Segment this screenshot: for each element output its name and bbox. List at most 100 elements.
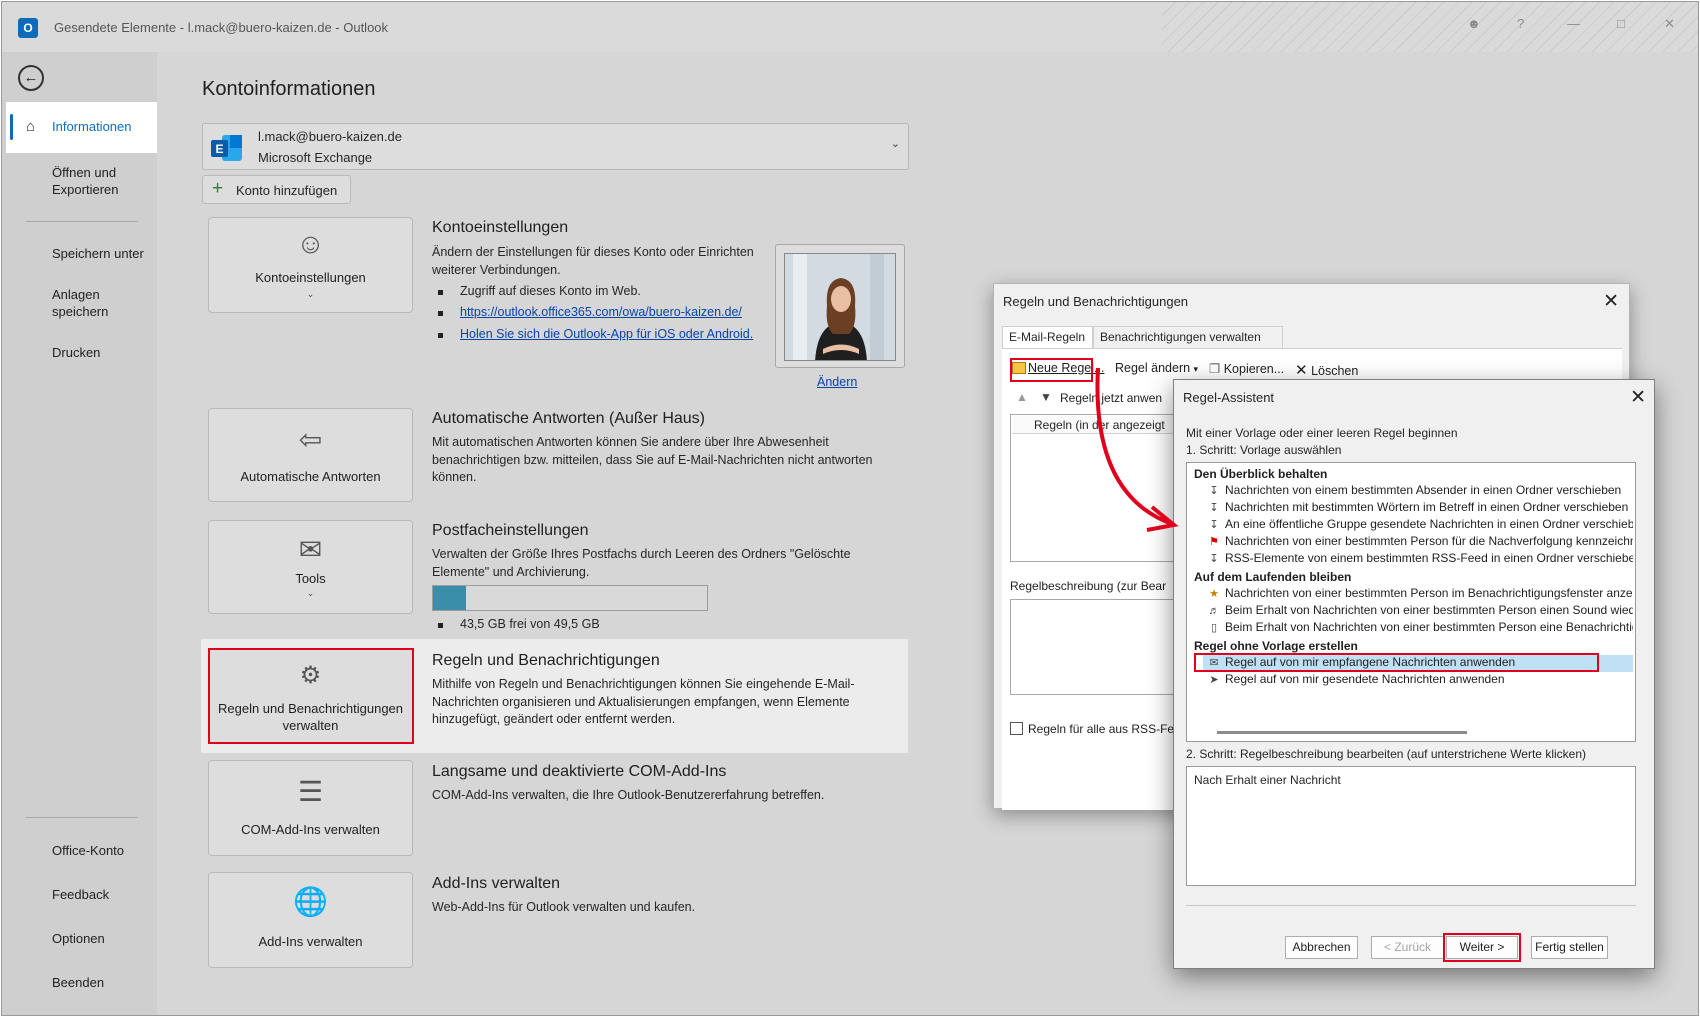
change-photo-link[interactable]: Ändern bbox=[817, 375, 857, 389]
title-bar: O Gesendete Elemente - l.mack@buero-kaiz… bbox=[2, 2, 1698, 52]
template-item-label: Beim Erhalt von Nachrichten von einer be… bbox=[1225, 603, 1633, 617]
template-item-label: Beim Erhalt von Nachrichten von einer be… bbox=[1225, 620, 1633, 634]
rss-rules-label: Regeln für alle aus RSS-Fe bbox=[1028, 722, 1175, 736]
tile-label: Automatische Antworten bbox=[240, 469, 381, 484]
template-item[interactable]: ♬ Beim Erhalt von Nachrichten von einer b… bbox=[1203, 603, 1634, 620]
coauthor-icon[interactable]: ☻ bbox=[1467, 16, 1481, 31]
sidebar-item-office-account[interactable]: Office-Konto bbox=[52, 842, 124, 859]
highlight-frame bbox=[1194, 653, 1599, 672]
minimize-icon[interactable]: — bbox=[1567, 16, 1580, 31]
highlight-frame bbox=[1010, 358, 1093, 382]
tools-tile[interactable]: ✉ Tools ⌄ bbox=[208, 520, 413, 614]
template-list[interactable]: Den Überblick behalten ↧ Nachrichten von … bbox=[1186, 462, 1636, 742]
rule-description-box[interactable]: Nach Erhalt einer Nachricht bbox=[1186, 766, 1636, 886]
delete-button[interactable]: ✕ Löschen bbox=[1295, 361, 1358, 379]
com-addins-tile[interactable]: ☰ COM-Add-Ins verwalten bbox=[208, 760, 413, 856]
copy-icon: ❐ bbox=[1209, 362, 1221, 376]
profile-photo[interactable] bbox=[775, 244, 905, 368]
chevron-down-icon: ⌄ bbox=[890, 138, 900, 150]
sidebar-item-save-as[interactable]: Speichern unter bbox=[52, 245, 144, 262]
chevron-down-icon: ⌄ bbox=[306, 588, 315, 598]
sidebar-item-informationen[interactable]: ⌂ Informationen bbox=[6, 102, 157, 153]
section-title: Kontoeinstellungen bbox=[432, 219, 569, 236]
copy-label: Kopieren... bbox=[1223, 362, 1285, 376]
section-title: Automatische Antworten (Außer Haus) bbox=[432, 410, 706, 427]
template-item[interactable]: ➤ Regel auf von mir gesendete Nachrichten… bbox=[1203, 672, 1633, 689]
sidebar-item-print[interactable]: Drucken bbox=[52, 344, 100, 361]
finish-button[interactable]: Fertig stellen bbox=[1531, 936, 1608, 959]
change-rule-label: Regel ändern bbox=[1115, 361, 1191, 375]
dialog-title: Regel-Assistent bbox=[1183, 390, 1275, 405]
tile-label: Add-Ins verwalten bbox=[258, 934, 363, 949]
sidebar-item-options[interactable]: Optionen bbox=[52, 930, 105, 947]
rules-column-header[interactable]: Regeln (in der angezeigt bbox=[1012, 416, 1178, 434]
tab-email-rules[interactable]: E-Mail-Regeln bbox=[1002, 326, 1093, 348]
rule-description-box bbox=[1010, 599, 1180, 695]
section-text: Mithilfe von Regeln und Benachrichtigung… bbox=[432, 677, 855, 726]
auto-replies-tile[interactable]: ⇦ Automatische Antworten bbox=[208, 408, 413, 502]
chevron-down-icon: ⌄ bbox=[306, 289, 315, 299]
back-button[interactable]: < Zurück bbox=[1371, 936, 1444, 959]
template-item-label: An eine öffentliche Gruppe gesendete Nac… bbox=[1225, 517, 1633, 531]
owa-link[interactable]: https://outlook.office365.com/owa/buero-… bbox=[438, 305, 742, 319]
profile-image bbox=[784, 253, 896, 361]
mobile-app-link[interactable]: Holen Sie sich die Outlook-App für iOS o… bbox=[437, 327, 753, 341]
template-item[interactable]: ▯ Beim Erhalt von Nachrichten von einer b… bbox=[1203, 620, 1633, 637]
addins-tile[interactable]: 🌐 Add-Ins verwalten bbox=[208, 872, 413, 968]
close-icon[interactable]: ✕ bbox=[1630, 386, 1646, 409]
copy-button[interactable]: ❐ Kopieren... bbox=[1209, 361, 1284, 376]
page-title: Kontoinformationen bbox=[202, 78, 376, 100]
template-item-label: RSS-Elemente von einem bestimmten RSS-Fe… bbox=[1225, 551, 1633, 565]
sidebar-item-label: Informationen bbox=[52, 119, 132, 134]
exchange-icon: E bbox=[211, 135, 242, 161]
apply-rules-now-button[interactable]: Regeln jetzt anwen bbox=[1060, 391, 1162, 405]
change-rule-button[interactable]: Regel ändern ▾ bbox=[1115, 361, 1198, 375]
tile-label: Kontoeinstellungen bbox=[255, 270, 366, 285]
speaker-icon: ♬ bbox=[1208, 605, 1220, 617]
sidebar-item-save-attachments[interactable]: Anlagen speichern bbox=[52, 286, 122, 320]
help-icon[interactable]: ? bbox=[1517, 16, 1524, 31]
rss-rules-checkbox[interactable] bbox=[1010, 722, 1023, 735]
section-text: Verwalten der Größe Ihres Postfachs durc… bbox=[432, 547, 851, 579]
tile-label: Tools bbox=[295, 571, 326, 586]
highlight-frame bbox=[208, 648, 414, 744]
home-icon: ⌂ bbox=[26, 118, 36, 135]
delete-label: Löschen bbox=[1311, 364, 1359, 378]
account-settings-tile[interactable]: ☺ Kontoeinstellungen ⌄ bbox=[208, 217, 413, 313]
maximize-icon[interactable]: □ bbox=[1617, 16, 1625, 31]
account-selector[interactable]: E l.mack@buero-kaizen.de Microsoft Excha… bbox=[202, 123, 909, 170]
cancel-button[interactable]: Abbrechen bbox=[1285, 936, 1358, 959]
mailbox-storage-bar bbox=[432, 585, 708, 611]
sidebar-item-exit[interactable]: Beenden bbox=[52, 974, 104, 991]
add-account-button[interactable]: + Konto hinzufügen bbox=[202, 175, 351, 204]
sidebar-item-feedback[interactable]: Feedback bbox=[52, 886, 109, 903]
horizontal-scrollbar[interactable] bbox=[1217, 731, 1467, 734]
move-down-icon[interactable]: ▼ bbox=[1040, 390, 1052, 404]
rule-wizard-dialog: Regel-Assistent ✕ Mit einer Vorlage oder… bbox=[1173, 379, 1655, 969]
wizard-intro: Mit einer Vorlage oder einer leeren Rege… bbox=[1186, 426, 1458, 440]
tab-manage-alerts[interactable]: Benachrichtigungen verwalten bbox=[1093, 326, 1283, 348]
rules-list[interactable]: Regeln (in der angezeigt bbox=[1010, 414, 1180, 562]
template-item[interactable]: ↧ RSS-Elemente von einem bestimmten RSS-F… bbox=[1203, 551, 1633, 568]
dialog-title: Regeln und Benachrichtigungen bbox=[1003, 294, 1189, 309]
template-item[interactable]: ★ Nachrichten von einer bestimmten Person… bbox=[1203, 586, 1633, 603]
move-up-icon[interactable]: ▲ bbox=[1016, 390, 1028, 404]
send-arrow-icon: ➤ bbox=[1209, 674, 1219, 686]
account-type: Microsoft Exchange bbox=[258, 150, 373, 165]
template-item[interactable]: ⚑ Nachrichten von einer bestimmten Person… bbox=[1203, 534, 1633, 551]
alert-star-icon: ★ bbox=[1209, 588, 1219, 600]
template-item[interactable]: ↧ Nachrichten von einem bestimmten Absend… bbox=[1203, 483, 1633, 500]
move-to-folder-icon: ↧ bbox=[1209, 485, 1219, 497]
account-email: l.mack@buero-kaizen.de bbox=[258, 129, 402, 144]
back-arrow-icon[interactable]: ← bbox=[18, 65, 44, 91]
step1-label: 1. Schritt: Vorlage auswählen bbox=[1186, 443, 1342, 457]
close-icon[interactable]: ✕ bbox=[1603, 290, 1619, 313]
section-title: Langsame und deaktivierte COM-Add-Ins bbox=[432, 763, 727, 780]
template-item[interactable]: ↧ An eine öffentliche Gruppe gesendete Na… bbox=[1203, 517, 1633, 534]
template-item[interactable]: ↧ Nachrichten mit bestimmten Wörtern im B… bbox=[1203, 500, 1633, 517]
sidebar-item-open-export[interactable]: Öffnen und Exportieren bbox=[52, 164, 132, 198]
close-window-icon[interactable]: ✕ bbox=[1664, 16, 1675, 32]
globe-gear-icon: 🌐 bbox=[293, 886, 328, 917]
delete-x-icon: ✕ bbox=[1295, 362, 1308, 379]
mailbox-cleanup-icon: ✉ bbox=[298, 534, 323, 565]
